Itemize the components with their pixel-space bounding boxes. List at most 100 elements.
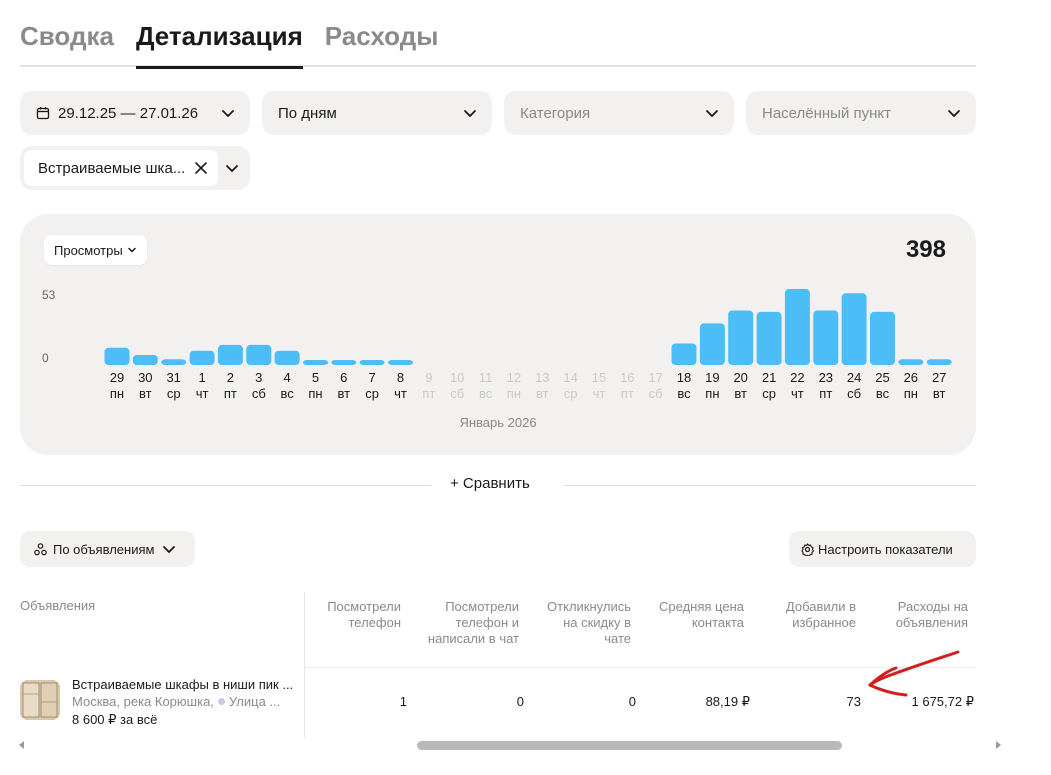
chart-bar[interactable] bbox=[161, 359, 187, 365]
chart-bar[interactable] bbox=[699, 323, 725, 365]
x-tick-day: 24 bbox=[847, 370, 861, 385]
x-tick-day: 27 bbox=[932, 370, 946, 385]
configure-metrics-button[interactable]: Настроить показатели bbox=[789, 531, 976, 567]
views-chart-card: Просмотры 398 53 0 29 пн 30 вт 31 ср 1 чт 2 пт 3 сб… bbox=[20, 214, 976, 455]
column-header-avg-contact-price[interactable]: Средняя цена контакта bbox=[648, 599, 744, 631]
x-tick-weekday: вт bbox=[933, 386, 946, 401]
x-tick-day: 26 bbox=[904, 370, 918, 385]
x-tick-weekday: чт bbox=[593, 386, 606, 401]
date-range-select[interactable]: 29.12.25 — 27.01.26 bbox=[20, 91, 250, 135]
ad-filter-chip[interactable]: Встраиваемые шка... bbox=[24, 150, 218, 186]
chart-bar[interactable] bbox=[926, 359, 952, 365]
column-header-spend[interactable]: Расходы на объявления bbox=[876, 599, 968, 631]
tab-expenses[interactable]: Расходы bbox=[325, 18, 439, 67]
month-label: Январь 2026 bbox=[459, 415, 537, 430]
groups-icon bbox=[34, 542, 47, 555]
chart-bar[interactable] bbox=[870, 311, 895, 365]
column-header-favorites[interactable]: Добавили в избранное bbox=[770, 599, 856, 631]
x-tick-weekday: чт bbox=[394, 386, 407, 401]
chart-bar[interactable] bbox=[671, 343, 697, 366]
x-tick-weekday: чт bbox=[196, 386, 209, 401]
chevron-down-icon bbox=[706, 110, 718, 117]
chart-bar[interactable] bbox=[388, 360, 413, 365]
chart-bar[interactable] bbox=[132, 355, 158, 365]
x-tick-day: 8 bbox=[397, 370, 404, 385]
chart-bar[interactable] bbox=[841, 293, 867, 365]
x-tick-day: 21 bbox=[762, 370, 776, 385]
x-tick-weekday: ср bbox=[365, 386, 379, 401]
tab-summary[interactable]: Сводка bbox=[20, 18, 114, 67]
divider bbox=[20, 485, 431, 486]
x-tick-weekday: пн bbox=[507, 386, 521, 401]
chart-bar[interactable] bbox=[274, 350, 300, 365]
column-header-phone-views[interactable]: Посмотрели телефон bbox=[316, 599, 401, 631]
compare-button[interactable]: + Сравнить bbox=[450, 475, 530, 492]
x-tick-day: 17 bbox=[648, 370, 662, 385]
chart-bar[interactable] bbox=[104, 347, 130, 365]
chevron-down-icon bbox=[222, 110, 234, 117]
chevron-down-icon bbox=[948, 110, 960, 117]
tab-details[interactable]: Детализация bbox=[135, 18, 303, 69]
chart-bar[interactable] bbox=[303, 360, 328, 365]
x-tick-weekday: ср bbox=[167, 386, 181, 401]
chevron-down-icon bbox=[464, 110, 476, 117]
x-tick-weekday: ср bbox=[762, 386, 776, 401]
ad-thumbnail[interactable] bbox=[20, 680, 60, 720]
x-tick-day: 22 bbox=[790, 370, 804, 385]
chart-bar[interactable] bbox=[784, 289, 810, 365]
chart-bar[interactable] bbox=[898, 359, 924, 365]
grouping-value: По дням bbox=[278, 104, 337, 122]
x-tick-day: 19 bbox=[705, 370, 719, 385]
x-tick-weekday: пт bbox=[224, 386, 237, 401]
x-tick-day: 14 bbox=[563, 370, 577, 385]
chart-bar[interactable] bbox=[728, 310, 754, 366]
grouping-select[interactable]: По дням bbox=[262, 91, 492, 135]
cell-discount-replies: 0 bbox=[628, 694, 636, 709]
x-tick-day: 18 bbox=[677, 370, 691, 385]
chart-bar[interactable] bbox=[813, 310, 839, 366]
x-tick-weekday: сб bbox=[649, 386, 663, 401]
x-tick-weekday: сб bbox=[450, 386, 464, 401]
ad-location-street: Улица ... bbox=[228, 694, 281, 709]
calendar-icon bbox=[36, 107, 50, 120]
close-icon[interactable] bbox=[194, 161, 208, 175]
chart-bar[interactable] bbox=[189, 350, 215, 365]
metro-dot-icon bbox=[217, 698, 225, 705]
column-header-discount-replies[interactable]: Откликнулись на скидку в чате bbox=[536, 599, 631, 647]
x-tick-weekday: пт bbox=[819, 386, 832, 401]
x-tick-day: 11 bbox=[479, 370, 493, 385]
chart-bar[interactable] bbox=[756, 311, 782, 365]
scroll-left-icon[interactable] bbox=[18, 741, 26, 749]
scroll-right-icon[interactable] bbox=[994, 741, 1002, 749]
x-tick-day: 13 bbox=[535, 370, 549, 385]
chart-bar[interactable] bbox=[217, 344, 243, 365]
horizontal-scrollbar-thumb[interactable] bbox=[417, 741, 842, 750]
x-tick-weekday: пн bbox=[110, 386, 124, 401]
x-tick-day: 30 bbox=[138, 370, 152, 385]
category-select[interactable]: Категория bbox=[504, 91, 734, 135]
chart-bar[interactable] bbox=[359, 360, 385, 365]
x-tick-day: 12 bbox=[507, 370, 521, 385]
cell-phone-and-chat: 0 bbox=[516, 694, 524, 709]
x-tick-weekday: вс bbox=[876, 386, 890, 401]
annotation-arrow bbox=[868, 650, 960, 697]
chart-bar[interactable] bbox=[246, 344, 272, 365]
ad-price: 8 600 ₽ за всё bbox=[72, 712, 158, 727]
x-tick-weekday: вс bbox=[677, 386, 691, 401]
x-tick-day: 23 bbox=[819, 370, 833, 385]
ad-location: Москва, река Корюшка, Улица ... bbox=[72, 694, 292, 709]
city-select[interactable]: Населённый пункт bbox=[746, 91, 976, 135]
column-header-phone-and-chat[interactable]: Посмотрели телефон и написали в чат bbox=[418, 599, 519, 647]
chart-bar[interactable] bbox=[331, 360, 357, 365]
group-by-select[interactable]: По объявлениям bbox=[20, 531, 195, 567]
ad-location-city: Москва, река Корюшка, bbox=[72, 694, 214, 709]
x-tick-weekday: вт bbox=[734, 386, 747, 401]
ad-filter-select[interactable]: Встраиваемые шка... bbox=[20, 146, 250, 190]
date-range-value: 29.12.25 — 27.01.26 bbox=[58, 104, 199, 122]
views-bar-chart: 29пн30вт31ср1чт2пт3сб4вс5пн6вт7ср8чт9пт1… bbox=[104, 289, 952, 401]
ad-title-link[interactable]: Встраиваемые шкафы в ниши пик ... bbox=[72, 677, 292, 692]
x-tick-day: 3 bbox=[255, 370, 262, 385]
column-header-ads[interactable]: Объявления bbox=[20, 598, 95, 614]
x-tick-weekday: ср bbox=[564, 386, 578, 401]
compare-label: + Сравнить bbox=[450, 475, 530, 492]
